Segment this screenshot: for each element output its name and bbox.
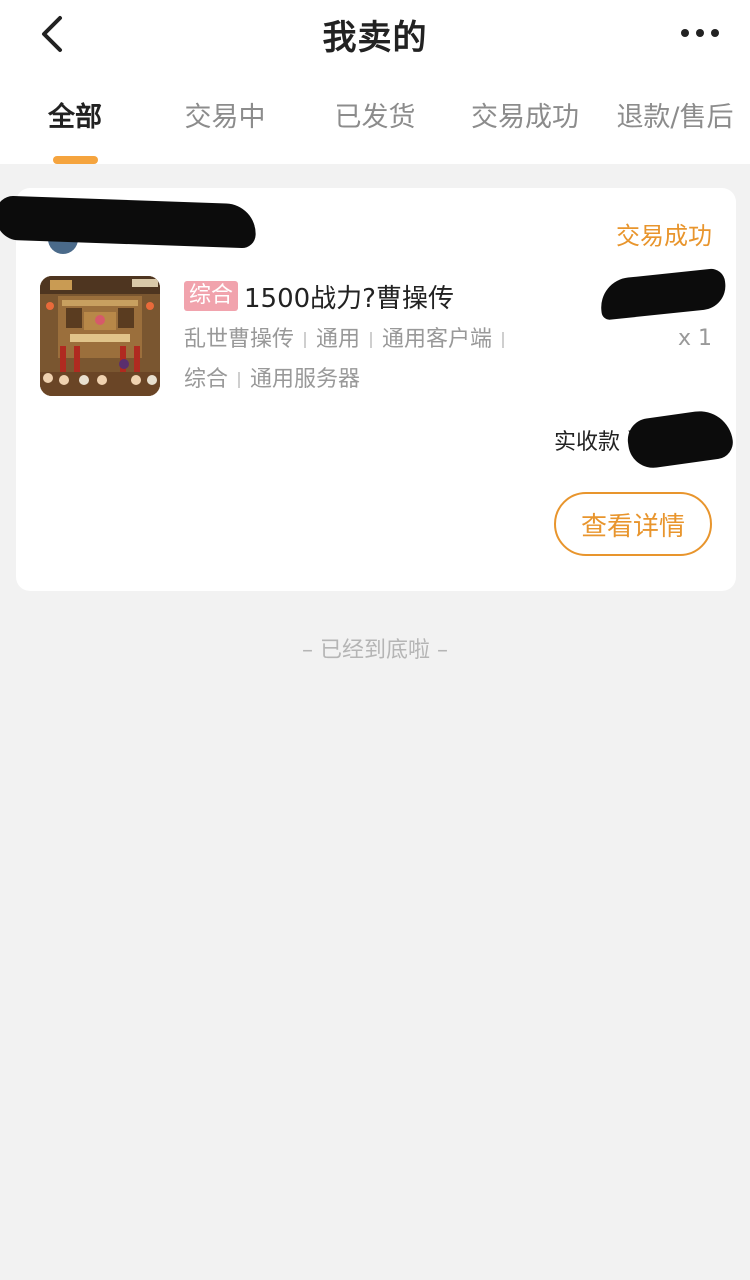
attribute-line: 乱世曹操传 通用 通用客户端 — [184, 320, 564, 360]
tab-completed[interactable]: 交易成功 — [450, 88, 600, 148]
product-thumbnail[interactable] — [40, 276, 160, 396]
separator — [370, 332, 373, 348]
received-amount: ¥ — [625, 406, 735, 471]
tab-in-progress[interactable]: 交易中 — [150, 88, 300, 148]
attribute-client: 通用客户端 — [382, 327, 493, 352]
more-button[interactable] — [678, 15, 722, 51]
attribute-category: 综合 — [184, 367, 229, 392]
category-tag: 综合 — [184, 281, 239, 311]
attribute-platform: 通用 — [316, 327, 361, 352]
header: 我卖的 全部 交易中 已发货 交易成功 退款/售后 — [0, 0, 750, 164]
order-status: 交易成功 — [616, 222, 712, 250]
separator — [502, 332, 505, 348]
view-details-button[interactable]: 查看详情 — [554, 492, 712, 556]
product-attributes: 乱世曹操传 通用 通用客户端 综合 通用服务器 — [184, 320, 564, 400]
tab-shipped[interactable]: 已发货 — [300, 88, 450, 148]
product-title: 1500战力?曹操传 — [244, 283, 454, 314]
more-horizontal-icon — [681, 29, 719, 37]
separator — [238, 372, 241, 388]
product-title-row: 综合 1500战力?曹操传 — [184, 278, 454, 314]
page-title: 我卖的 — [322, 18, 428, 58]
attribute-game: 乱世曹操传 — [184, 327, 295, 352]
amount-redaction-mark — [625, 406, 735, 471]
received-label: 实收款 — [553, 430, 620, 455]
received-amount-row: 实收款 ¥ — [553, 406, 735, 471]
active-tab-indicator — [53, 156, 98, 164]
tab-refund[interactable]: 退款/售后 — [600, 88, 750, 148]
attribute-line: 综合 通用服务器 — [184, 360, 564, 400]
game-scene-image — [40, 276, 160, 396]
order-card[interactable]: 交易成功 综合 1500战力?曹操传 x 1 乱世曹操传 通用 通用客户端 综合… — [0, 188, 736, 591]
tab-all[interactable]: 全部 — [0, 88, 150, 148]
order-tabs: 全部 交易中 已发货 交易成功 退款/售后 — [0, 88, 750, 164]
redaction-mark — [0, 195, 257, 249]
attribute-server: 通用服务器 — [250, 367, 361, 392]
end-of-list-text: – 已经到底啦 – — [302, 638, 448, 663]
price-redaction-mark — [598, 267, 728, 321]
quantity: x 1 — [677, 326, 712, 351]
separator — [304, 332, 307, 348]
top-bar: 我卖的 — [0, 0, 750, 70]
buyer-row: 交易成功 — [0, 188, 736, 268]
